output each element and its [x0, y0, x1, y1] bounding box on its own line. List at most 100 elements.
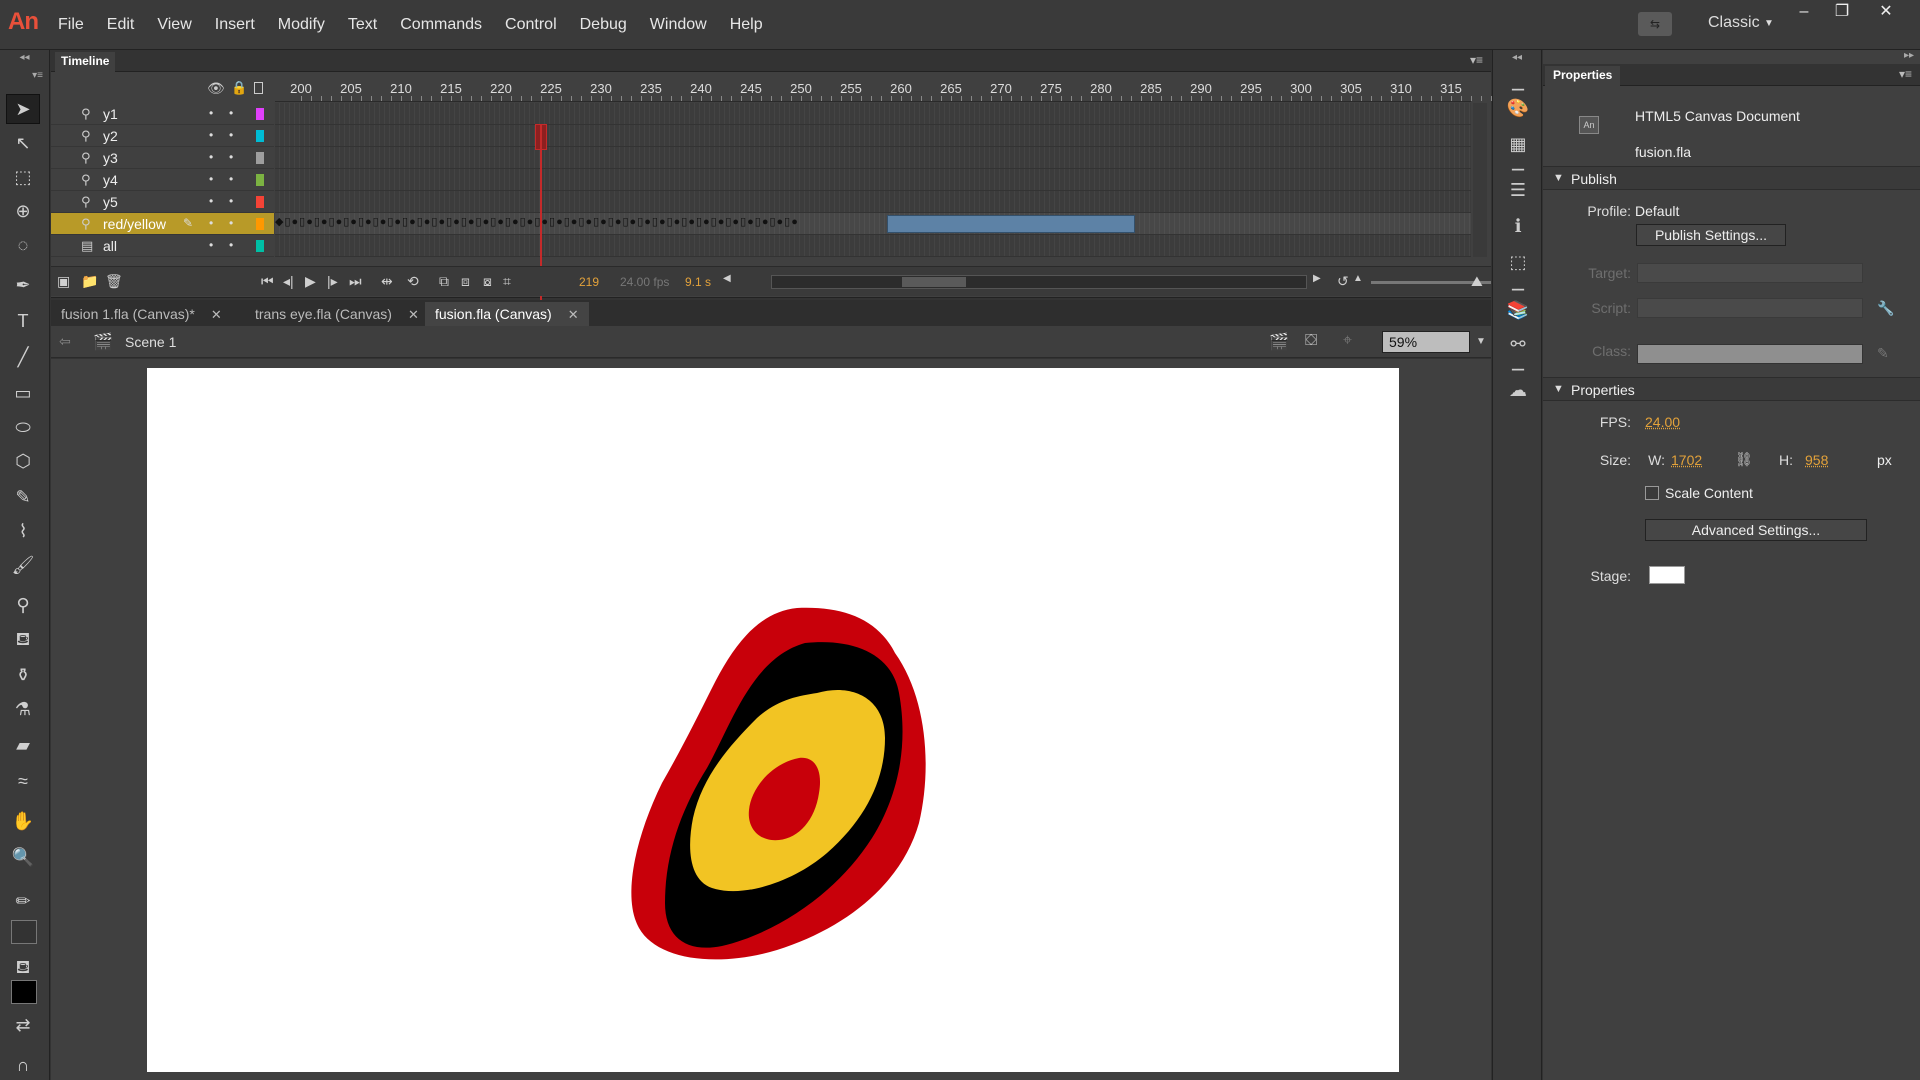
layer-color-swatch[interactable]	[256, 240, 264, 252]
go-to-last-frame-icon[interactable]: ⏭	[349, 273, 362, 290]
stroke-color-swatch[interactable]	[11, 920, 37, 944]
layer-name[interactable]: y1	[103, 106, 118, 122]
snap-to-objects-icon[interactable]: ∩	[6, 1050, 40, 1080]
step-back-icon[interactable]: ◂|	[283, 273, 294, 290]
layer-row[interactable]: ⚲ red/yellow ✎ • •	[51, 213, 274, 235]
restore-icon[interactable]: ❐	[1822, 0, 1862, 26]
document-tab[interactable]: fusion 1.fla (Canvas)* ✕	[51, 302, 232, 326]
lock-dot[interactable]: •	[229, 172, 233, 186]
visibility-dot[interactable]: •	[209, 194, 213, 208]
ink-bottle-tool-icon[interactable]: ⚱	[6, 660, 40, 690]
visibility-dot[interactable]: •	[209, 172, 213, 186]
eye-icon[interactable]: 👁	[207, 80, 225, 97]
zoom-tool-icon[interactable]: 🔍	[6, 842, 40, 872]
layer-name[interactable]: y5	[103, 194, 118, 210]
stroke-color-icon[interactable]: ✏	[6, 886, 40, 916]
frame-row[interactable]	[275, 147, 1471, 169]
menu-item-debug[interactable]: Debug	[580, 16, 627, 34]
menu-item-text[interactable]: Text	[348, 16, 377, 34]
document-tab-label[interactable]: trans eye.fla (Canvas)	[255, 306, 392, 322]
document-tab[interactable]: fusion.fla (Canvas) ✕	[425, 302, 589, 326]
menu-item-edit[interactable]: Edit	[107, 16, 135, 34]
frame-grid[interactable]: ◆▯●▯●▯●▯●▯●▯●▯●▯●▯●▯●▯●▯●▯●▯●▯●▯●▯●▯●▯●▯…	[275, 103, 1471, 257]
chevron-down-icon[interactable]: ▼	[1471, 331, 1491, 353]
color-panel-icon[interactable]: 🎨	[1503, 94, 1533, 122]
brush-tool-icon[interactable]: 🖌	[6, 550, 40, 580]
center-stage-icon[interactable]: ⌖	[1343, 332, 1352, 350]
layer-row[interactable]: ⚲ y3 • •	[51, 147, 274, 169]
3d-rotation-tool-icon[interactable]: ⊕	[6, 196, 40, 226]
keyframe-sequence[interactable]: ◆▯●▯●▯●▯●▯●▯●▯●▯●▯●▯●▯●▯●▯●▯●▯●▯●▯●▯●▯●▯…	[275, 215, 799, 228]
layer-row[interactable]: ⚲ y4 • •	[51, 169, 274, 191]
frame-row[interactable]	[275, 169, 1471, 191]
edit-symbol-icon[interactable]: ⛋	[1305, 332, 1317, 350]
frame-row[interactable]	[275, 235, 1471, 257]
lock-dot[interactable]: •	[229, 238, 233, 252]
delete-layer-icon[interactable]: 🗑	[105, 273, 123, 290]
frame-row[interactable]	[275, 103, 1471, 125]
polystar-tool-icon[interactable]: ⬡	[6, 446, 40, 476]
lock-icon[interactable]: 🔒	[231, 80, 247, 96]
advanced-settings-button[interactable]: Advanced Settings...	[1645, 519, 1867, 541]
timeline-horizontal-scrollbar[interactable]	[771, 275, 1307, 289]
swap-colors-icon[interactable]: ⇄	[6, 1010, 40, 1040]
layer-color-swatch[interactable]	[256, 108, 264, 120]
rectangle-tool-icon[interactable]: ▭	[6, 378, 40, 408]
library-panel-icon[interactable]: 📚	[1503, 296, 1533, 324]
info-panel-icon[interactable]: ℹ	[1503, 212, 1533, 240]
visibility-dot[interactable]: •	[209, 150, 213, 164]
pencil-tool-icon[interactable]: ✎	[6, 482, 40, 512]
minimize-icon[interactable]: –	[1784, 0, 1824, 26]
frame-row[interactable]	[275, 125, 1471, 147]
lock-dot[interactable]: •	[229, 150, 233, 164]
close-tab-icon[interactable]: ✕	[408, 307, 419, 322]
scene-label[interactable]: Scene 1	[125, 334, 176, 350]
layer-row[interactable]: ⚲ y5 • •	[51, 191, 274, 213]
publish-section-header[interactable]: ▼ Publish	[1543, 166, 1920, 190]
scale-content-label[interactable]: Scale Content	[1665, 485, 1753, 501]
document-tab-label[interactable]: fusion.fla (Canvas)	[435, 306, 552, 322]
workspace-switcher-icon[interactable]: ⇆	[1638, 12, 1672, 36]
transform-panel-icon[interactable]: ⬚	[1503, 248, 1533, 276]
zoom-out-icon[interactable]: ▲	[1353, 273, 1363, 284]
step-forward-icon[interactable]: |▸	[327, 273, 338, 290]
layer-row[interactable]: ⚲ y1 • •	[51, 103, 274, 125]
menu-item-control[interactable]: Control	[505, 16, 557, 34]
current-frame[interactable]: 219	[579, 275, 599, 289]
close-icon[interactable]: ✕	[1866, 0, 1906, 26]
layer-name[interactable]: red/yellow	[103, 216, 166, 232]
layer-name[interactable]: all	[103, 238, 117, 254]
panel-menu-icon[interactable]: ▾≡	[1470, 53, 1483, 67]
center-frame-icon[interactable]: ⇹	[381, 273, 393, 290]
layer-name[interactable]: y2	[103, 128, 118, 144]
reset-zoom-icon[interactable]: ↺	[1337, 273, 1349, 290]
scroll-left-icon[interactable]: ◀	[723, 273, 731, 284]
frame-row[interactable]	[275, 191, 1471, 213]
collapse-icon[interactable]: ◂◂	[0, 52, 49, 66]
layer-color-swatch[interactable]	[256, 152, 264, 164]
fps-value[interactable]: 24.00	[1645, 414, 1680, 430]
subselection-tool-icon[interactable]: ↖	[6, 128, 40, 158]
back-arrow-icon[interactable]: ⇦	[59, 333, 71, 350]
edit-scene-icon[interactable]: 🎬	[1269, 332, 1289, 352]
paint-brush-tool-icon[interactable]: ⌇	[6, 516, 40, 546]
fill-color-swatch[interactable]	[11, 980, 37, 1004]
eyedropper-tool-icon[interactable]: ⚗	[6, 694, 40, 724]
frame-row[interactable]: ◆▯●▯●▯●▯●▯●▯●▯●▯●▯●▯●▯●▯●▯●▯●▯●▯●▯●▯●▯●▯…	[275, 213, 1471, 235]
zoom-input[interactable]: 59%	[1382, 331, 1470, 353]
close-tab-icon[interactable]: ✕	[568, 307, 579, 322]
pen-tool-icon[interactable]: ✒	[6, 270, 40, 300]
lock-dot[interactable]: •	[229, 106, 233, 120]
layer-color-swatch[interactable]	[256, 196, 264, 208]
panel-menu-icon[interactable]: ▾≡	[1899, 67, 1912, 81]
layer-color-swatch[interactable]	[256, 130, 264, 142]
go-to-first-frame-icon[interactable]: ⏮	[261, 273, 274, 290]
play-icon[interactable]: ▶	[305, 273, 316, 290]
loop-icon[interactable]: ⟲	[407, 273, 419, 290]
menu-item-file[interactable]: File	[58, 16, 84, 34]
visibility-dot[interactable]: •	[209, 106, 213, 120]
oval-tool-icon[interactable]: ⬭	[6, 412, 40, 442]
scale-content-checkbox[interactable]	[1645, 486, 1659, 500]
tab-timeline[interactable]: Timeline	[55, 52, 116, 72]
layer-row[interactable]: ⚲ y2 • •	[51, 125, 274, 147]
